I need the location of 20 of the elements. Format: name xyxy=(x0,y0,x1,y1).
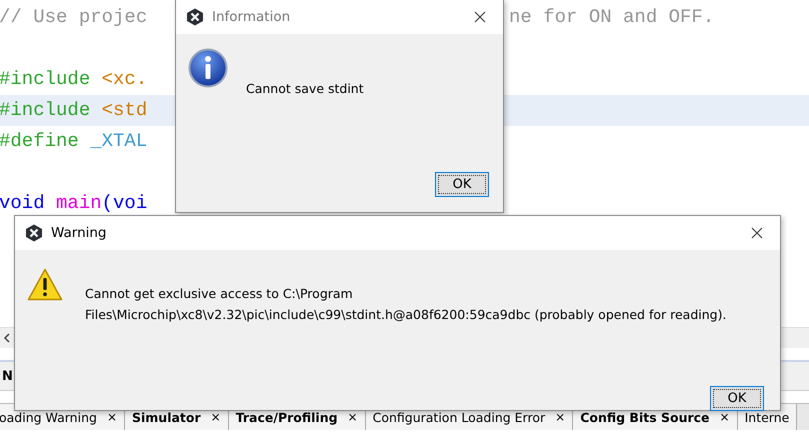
close-icon[interactable]: × xyxy=(348,410,358,424)
app-logo-icon xyxy=(186,8,204,26)
warning-icon xyxy=(27,268,63,301)
close-icon[interactable]: × xyxy=(720,410,730,424)
ok-button[interactable]: OK xyxy=(710,386,764,411)
dialog-title: Warning xyxy=(51,225,107,241)
panel-title: N xyxy=(2,368,13,384)
close-icon[interactable]: × xyxy=(210,410,221,424)
dialog-title: Information xyxy=(212,9,290,25)
close-icon[interactable]: × xyxy=(106,410,117,424)
dialog-message: Cannot save stdint xyxy=(246,81,364,98)
code-line: ne for ON and OFF. xyxy=(509,5,714,30)
code-line: void main(voi xyxy=(0,192,148,214)
close-icon[interactable]: × xyxy=(555,410,566,424)
app-logo-icon xyxy=(25,224,43,242)
code-line: // Use projec xyxy=(0,6,148,28)
dialog-message: Cannot get exclusive access to C:\Program Files\Microchip\xc8\v2.32\pic\include\c99\stdint.h@a08f6200:59ca9dbc (probably opened for reading). xyxy=(85,286,726,324)
info-icon xyxy=(188,48,228,88)
scroll-left-icon[interactable] xyxy=(3,333,11,343)
ok-button[interactable]: OK xyxy=(435,172,489,197)
